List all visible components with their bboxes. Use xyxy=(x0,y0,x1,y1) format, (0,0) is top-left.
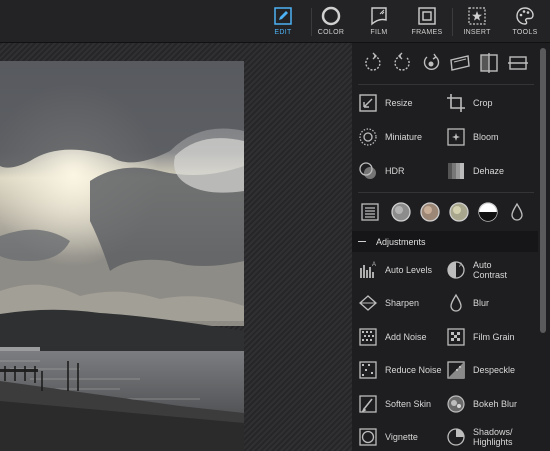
rotate-left-icon[interactable] xyxy=(362,52,384,74)
rotate-right-icon[interactable] xyxy=(391,52,413,74)
blur-icon xyxy=(450,293,462,312)
blur-label: Blur xyxy=(473,298,490,308)
reduce-noise-button[interactable]: Reduce Noise xyxy=(358,357,442,383)
miniature-label: Miniature xyxy=(385,132,423,142)
collapse-icon[interactable] xyxy=(358,240,366,243)
tab-color-label: COLOR xyxy=(317,29,345,36)
adjustments-header[interactable]: Adjustments xyxy=(352,231,538,252)
drop-icon[interactable] xyxy=(506,201,528,223)
sharpen-icon xyxy=(359,295,377,311)
bokeh-blur-button[interactable]: Bokeh Blur xyxy=(446,391,517,417)
panel-divider xyxy=(358,84,534,85)
add-noise-button[interactable]: Add Noise xyxy=(358,324,427,350)
dehaze-icon xyxy=(448,163,464,179)
panel-divider xyxy=(358,192,534,193)
tab-film-label: FILM xyxy=(370,29,388,36)
auto-levels-button[interactable]: A Auto Levels xyxy=(358,257,432,283)
gray-preset-icon[interactable] xyxy=(390,201,412,223)
resize-icon xyxy=(359,94,377,112)
add-noise-icon xyxy=(359,328,377,346)
sharpen-button[interactable]: Sharpen xyxy=(358,290,419,316)
bokeh-blur-icon xyxy=(447,395,465,413)
blur-button[interactable]: Blur xyxy=(446,290,489,316)
miniature-icon xyxy=(359,128,377,146)
despeckle-label: Despeckle xyxy=(473,365,516,375)
tab-frames[interactable]: FRAMES xyxy=(402,4,452,40)
reduce-noise-label: Reduce Noise xyxy=(385,365,442,375)
add-noise-label: Add Noise xyxy=(385,332,427,342)
straighten-icon[interactable] xyxy=(449,52,471,74)
reduce-noise-icon xyxy=(359,361,377,379)
bokeh-blur-label: Bokeh Blur xyxy=(473,399,518,409)
vignette-icon xyxy=(359,428,377,446)
svg-text:A: A xyxy=(459,263,463,269)
soften-skin-button[interactable]: Soften Skin xyxy=(358,391,431,417)
cream-preset-icon[interactable] xyxy=(448,201,470,223)
color-icon xyxy=(321,6,341,26)
vignette-label: Vignette xyxy=(385,432,418,442)
flip-horizontal-icon[interactable] xyxy=(478,52,500,74)
film-grain-button[interactable]: Film Grain xyxy=(446,324,515,350)
tab-frames-label: FRAMES xyxy=(411,29,443,36)
tab-insert-label: INSERT xyxy=(463,29,491,36)
photo-image xyxy=(0,61,244,451)
bloom-button[interactable]: Bloom xyxy=(446,124,499,150)
bw-preset-icon[interactable] xyxy=(477,201,499,223)
tab-edit[interactable]: EDIT xyxy=(258,4,308,40)
rotate-free-icon[interactable] xyxy=(420,52,442,74)
shadows-highlights-button[interactable]: Shadows/ Highlights xyxy=(446,424,513,450)
hdr-label: HDR xyxy=(385,166,405,176)
auto-contrast-label: Auto Contrast xyxy=(473,260,508,280)
panel-scrollbar[interactable] xyxy=(540,48,546,333)
tab-insert[interactable]: INSERT xyxy=(452,4,502,40)
tab-film[interactable]: FILM xyxy=(354,4,404,40)
hdr-button[interactable]: HDR xyxy=(358,158,405,184)
auto-contrast-button[interactable]: A Auto Contrast xyxy=(446,257,507,283)
soften-skin-label: Soften Skin xyxy=(385,399,432,409)
film-icon xyxy=(371,7,387,26)
crop-label: Crop xyxy=(473,98,493,108)
auto-contrast-icon: A xyxy=(447,261,465,279)
sharpen-label: Sharpen xyxy=(385,298,420,308)
tools-icon xyxy=(516,7,534,25)
list-icon[interactable] xyxy=(359,201,381,223)
despeckle-icon xyxy=(447,361,465,379)
vignette-button[interactable]: Vignette xyxy=(358,424,418,450)
top-toolbar: EDIT COLOR FILM FRAMES INSERT TOOLS xyxy=(0,0,550,43)
tab-tools-label: TOOLS xyxy=(512,29,538,36)
flip-vertical-icon[interactable] xyxy=(507,52,529,74)
tab-tools[interactable]: TOOLS xyxy=(500,4,550,40)
frames-icon xyxy=(418,7,436,25)
shadows-highlights-label: Shadows/ Highlights xyxy=(473,427,513,447)
bloom-label: Bloom xyxy=(473,132,499,142)
hdr-icon xyxy=(359,162,376,179)
shadows-highlights-icon xyxy=(447,428,465,446)
crop-button[interactable]: Crop xyxy=(446,90,493,116)
dehaze-button[interactable]: Dehaze xyxy=(446,158,504,184)
auto-levels-label: Auto Levels xyxy=(385,265,433,275)
film-grain-label: Film Grain xyxy=(473,332,515,342)
miniature-button[interactable]: Miniature xyxy=(358,124,422,150)
adjustments-title: Adjustments xyxy=(376,236,426,247)
dehaze-label: Dehaze xyxy=(473,166,505,176)
auto-levels-icon: A xyxy=(360,262,376,278)
tab-color[interactable]: COLOR xyxy=(306,4,356,40)
insert-icon xyxy=(468,7,486,25)
soften-skin-icon xyxy=(359,395,377,413)
crop-icon xyxy=(447,94,465,112)
resize-label: Resize xyxy=(385,98,413,108)
svg-text:A: A xyxy=(372,262,376,268)
film-grain-icon xyxy=(447,328,465,346)
edit-icon xyxy=(274,7,292,25)
tab-edit-label: EDIT xyxy=(274,29,292,36)
photo-preview[interactable] xyxy=(0,61,244,451)
bloom-icon xyxy=(447,128,465,146)
warm-preset-icon[interactable] xyxy=(419,201,441,223)
resize-button[interactable]: Resize xyxy=(358,90,413,116)
despeckle-button[interactable]: Despeckle xyxy=(446,357,515,383)
